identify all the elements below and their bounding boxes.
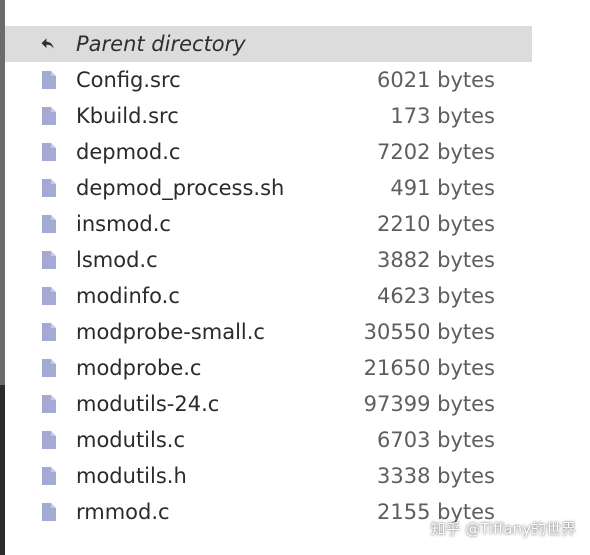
- file-icon: [41, 142, 57, 162]
- file-name: Config.src: [76, 68, 181, 92]
- file-name: depmod.c: [76, 140, 181, 164]
- file-icon: [41, 250, 57, 270]
- file-name: modutils.h: [76, 464, 187, 488]
- file-size: 6703 bytes: [377, 428, 495, 452]
- file-listing: Parent directory Config.src 6021 bytes Kbu…: [5, 26, 532, 530]
- file-row[interactable]: lsmod.c 3882 bytes: [5, 242, 532, 278]
- file-icon: [41, 502, 57, 522]
- file-row[interactable]: depmod.c 7202 bytes: [5, 134, 532, 170]
- file-row[interactable]: modutils.c 6703 bytes: [5, 422, 532, 458]
- file-size: 491 bytes: [390, 176, 495, 200]
- file-icon: [41, 358, 57, 378]
- file-icon: [41, 106, 57, 126]
- file-name: modutils.c: [76, 428, 186, 452]
- file-row[interactable]: Config.src 6021 bytes: [5, 62, 532, 98]
- back-arrow-icon: [40, 34, 56, 54]
- file-name: modinfo.c: [76, 284, 180, 308]
- file-name: modprobe.c: [76, 356, 202, 380]
- file-size: 173 bytes: [390, 104, 495, 128]
- file-size: 6021 bytes: [377, 68, 495, 92]
- file-row[interactable]: Kbuild.src 173 bytes: [5, 98, 532, 134]
- file-size: 2210 bytes: [377, 212, 495, 236]
- file-name: depmod_process.sh: [76, 176, 285, 200]
- file-size: 3882 bytes: [377, 248, 495, 272]
- file-icon: [41, 178, 57, 198]
- file-icon: [41, 214, 57, 234]
- file-icon: [41, 322, 57, 342]
- file-icon: [41, 466, 57, 486]
- file-icon: [41, 430, 57, 450]
- file-row[interactable]: modutils-24.c 97399 bytes: [5, 386, 532, 422]
- file-size: 21650 bytes: [363, 356, 495, 380]
- parent-directory-label: Parent directory: [76, 32, 246, 56]
- file-row[interactable]: modprobe.c 21650 bytes: [5, 350, 532, 386]
- file-size: 4623 bytes: [377, 284, 495, 308]
- file-size: 3338 bytes: [377, 464, 495, 488]
- file-row[interactable]: depmod_process.sh 491 bytes: [5, 170, 532, 206]
- file-name: lsmod.c: [76, 248, 158, 272]
- file-size: 30550 bytes: [363, 320, 495, 344]
- file-name: modutils-24.c: [76, 392, 220, 416]
- file-row[interactable]: modutils.h 3338 bytes: [5, 458, 532, 494]
- file-icon: [41, 394, 57, 414]
- file-icon: [41, 70, 57, 90]
- file-size: 7202 bytes: [377, 140, 495, 164]
- watermark: 知乎 @Tiffany的世界: [430, 520, 576, 538]
- file-row[interactable]: modinfo.c 4623 bytes: [5, 278, 532, 314]
- file-row[interactable]: insmod.c 2210 bytes: [5, 206, 532, 242]
- parent-directory-row[interactable]: Parent directory: [5, 26, 532, 62]
- file-name: Kbuild.src: [76, 104, 179, 128]
- file-size: 97399 bytes: [363, 392, 495, 416]
- file-name: modprobe-small.c: [76, 320, 265, 344]
- file-name: rmmod.c: [76, 500, 170, 524]
- file-icon: [41, 286, 57, 306]
- file-name: insmod.c: [76, 212, 171, 236]
- file-row[interactable]: modprobe-small.c 30550 bytes: [5, 314, 532, 350]
